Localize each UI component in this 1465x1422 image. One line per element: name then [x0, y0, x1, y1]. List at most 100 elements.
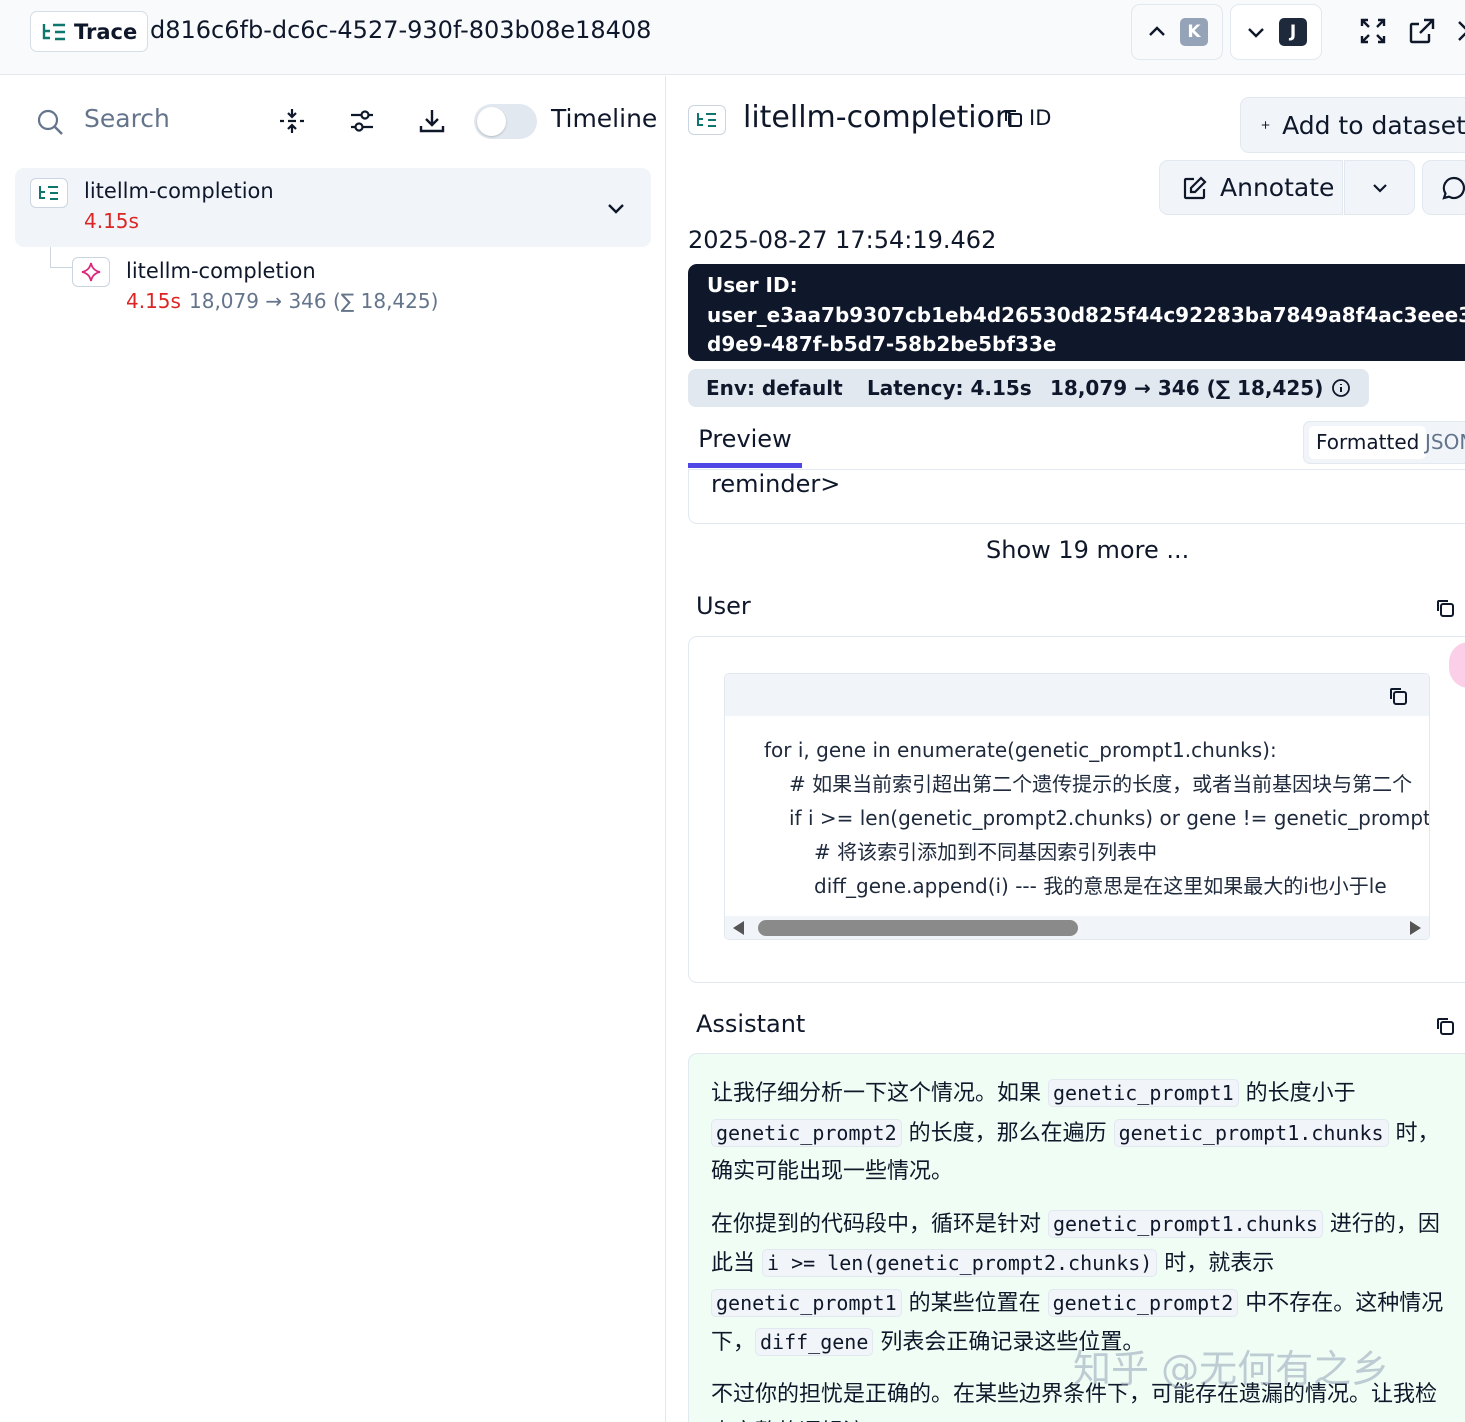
code-block-header — [725, 674, 1429, 716]
env-badge: Env: default — [688, 369, 861, 407]
text-run: 的长度，那么在遍历 — [901, 1120, 1114, 1146]
code-lines: for i, gene in enumerate(genetic_prompt1… — [764, 733, 1430, 903]
code-line: diff_gene.append(i) --- 我的意思是在这里如果最大的i也小… — [814, 874, 1387, 898]
observation-timestamp: 2025-08-27 17:54:19.462 — [688, 226, 997, 254]
add-to-datasets-button[interactable]: Add to datasets — [1240, 97, 1465, 153]
code-line: # 如果当前索引超出第二个遗传提示的长度，或者当前基因块与第二个 — [789, 772, 1413, 796]
collapse-all-icon[interactable] — [278, 107, 306, 135]
tree-node-latency: 4.15s — [126, 289, 181, 313]
next-key-hint: J — [1279, 18, 1307, 46]
settings-sliders-icon[interactable] — [348, 107, 376, 135]
id-label: ID — [1029, 106, 1052, 130]
next-trace-button[interactable]: J — [1230, 4, 1322, 60]
prev-key-hint: K — [1180, 18, 1208, 46]
view-mode-toggle: Formatted JSON — [1303, 421, 1465, 464]
tree-node-root[interactable]: litellm-completion 4.15s — [15, 168, 651, 247]
tree-connector — [50, 267, 72, 268]
top-bar: Trace d816c6fb-dc6c-4527-930f-803b08e184… — [0, 0, 1465, 75]
expand-icon[interactable] — [1359, 17, 1387, 45]
prev-trace-button[interactable]: K — [1131, 4, 1223, 60]
comment-button[interactable] — [1422, 160, 1465, 215]
chevron-down-icon — [1248, 28, 1264, 38]
tab-preview[interactable]: Preview — [688, 418, 802, 468]
code-line: if i >= len(genetic_prompt2.chunks) or g… — [789, 806, 1430, 830]
annotate-button[interactable]: Annotate — [1159, 160, 1343, 215]
observation-title: litellm-completion — [743, 100, 1014, 135]
show-more-button[interactable]: Show 19 more ... — [986, 536, 1189, 564]
tree-node-name[interactable]: litellm-completion — [126, 259, 316, 283]
copy-icon — [1005, 110, 1022, 127]
timeline-toggle-knob — [477, 107, 506, 136]
assistant-paragraph: 让我仔细分析一下这个情况。如果 genetic_prompt1 的长度小于 ge… — [711, 1074, 1446, 1192]
inline-code: genetic_prompt1.chunks — [1113, 1118, 1389, 1147]
list-tree-icon — [39, 186, 58, 200]
list-tree-icon — [697, 113, 716, 127]
trace-badge: Trace — [30, 11, 149, 52]
latency-badge: Latency: 4.15s — [849, 369, 1050, 407]
info-icon[interactable] — [1331, 378, 1351, 398]
trace-badge-label: Trace — [74, 19, 138, 44]
tree-node-latency: 4.15s — [84, 209, 139, 233]
trace-node-icon — [688, 105, 726, 135]
user-id-value-cont: d9e9-487f-b5d7-58b2be5bf33e — [707, 332, 1057, 356]
inline-code: genetic_prompt1 — [1048, 1079, 1239, 1107]
tree-toolbar: Search Timeline — [0, 76, 666, 166]
plus-icon — [1261, 121, 1270, 129]
user-heading: User — [696, 592, 751, 620]
timeline-toggle[interactable] — [474, 104, 537, 139]
tokens-badge: 18,079 → 346 (∑ 18,425) — [1032, 369, 1370, 407]
copy-icon[interactable] — [1434, 1015, 1456, 1037]
code-line: for i, gene in enumerate(genetic_prompt1… — [764, 738, 1277, 762]
text-run: 的长度小于 — [1238, 1081, 1356, 1106]
copy-icon[interactable] — [1387, 685, 1409, 707]
code-line: # 将该索引添加到不同基因索引列表中 — [814, 840, 1158, 864]
json-view-button[interactable]: JSON — [1425, 426, 1465, 459]
download-icon[interactable] — [418, 107, 446, 135]
scrollbar-thumb[interactable] — [758, 920, 1078, 936]
text-run: 时，就表示 — [1157, 1251, 1275, 1276]
inline-code: genetic_prompt2 — [711, 1118, 902, 1147]
list-tree-icon — [42, 23, 65, 40]
text-run: 的某些位置在 — [901, 1290, 1048, 1316]
watermark: 知乎 @无何有之乡 — [1073, 1347, 1390, 1391]
scroll-right-icon[interactable] — [1409, 921, 1421, 935]
search-input[interactable]: Search — [84, 104, 170, 133]
inline-code: genetic_prompt1.chunks — [1048, 1209, 1323, 1238]
horizontal-scrollbar[interactable] — [725, 916, 1429, 939]
scroll-left-icon[interactable] — [733, 921, 745, 935]
tree-node-name: litellm-completion — [84, 179, 274, 203]
search-icon — [37, 109, 63, 135]
tokens-badge-label: 18,079 → 346 (∑ 18,425) — [1050, 376, 1324, 400]
copy-icon[interactable] — [1434, 597, 1456, 619]
chevron-down-icon — [1372, 183, 1387, 193]
tree-node-tokens: 18,079 → 346 (∑ 18,425) — [189, 289, 439, 313]
trace-id: d816c6fb-dc6c-4527-930f-803b08e18408 — [150, 16, 652, 44]
inline-code: genetic_prompt1 — [711, 1288, 902, 1317]
annotate-dropdown-button[interactable] — [1344, 160, 1415, 215]
formatted-view-button[interactable]: Formatted — [1309, 426, 1427, 459]
external-link-icon[interactable] — [1408, 17, 1436, 45]
tree-connector — [50, 247, 51, 267]
user-id-label: User ID: — [707, 273, 798, 297]
text-run: 让我仔细分析一下这个情况。如果 — [711, 1081, 1048, 1106]
trace-node-icon — [30, 178, 68, 208]
chevron-up-icon — [1149, 26, 1165, 36]
inline-code: i >= len(genetic_prompt2.chunks) — [762, 1249, 1158, 1277]
user-id-block: User ID: user_e3aa7b9307cb1eb4d26530d825… — [688, 264, 1465, 361]
timeline-label: Timeline — [551, 104, 658, 133]
annotate-label: Annotate — [1220, 173, 1335, 202]
user-id-value[interactable]: user_e3aa7b9307cb1eb4d26530d825f44c92283… — [707, 301, 1465, 331]
generation-node-icon — [72, 257, 110, 287]
chevron-down-icon[interactable] — [605, 197, 627, 219]
copy-id-button[interactable]: ID — [1002, 106, 1051, 130]
system-message-text: reminder> — [711, 470, 841, 498]
inline-code: genetic_prompt2 — [1047, 1288, 1239, 1317]
close-icon[interactable] — [1454, 17, 1465, 45]
comment-icon — [1442, 176, 1465, 200]
assistant-heading: Assistant — [696, 1010, 806, 1038]
add-to-datasets-label: Add to datasets — [1282, 110, 1465, 140]
text-run: 在你提到的代码段中，循环是针对 — [711, 1211, 1048, 1237]
trace-tree-panel: Search Timeline litellm-completion 4.15s — [0, 76, 666, 1422]
code-block: for i, gene in enumerate(genetic_prompt1… — [724, 673, 1430, 940]
sparkle-icon — [81, 262, 101, 282]
